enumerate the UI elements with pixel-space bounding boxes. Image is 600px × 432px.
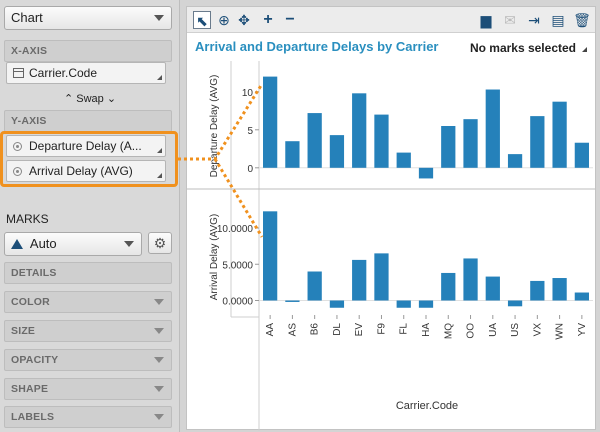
x-tick-label: AS xyxy=(287,323,298,337)
chart-panel: ⬉ ⊕ ✥ + − ▆ ✉ ⇥ ▤ 🗑 Arrival and Departur… xyxy=(186,6,596,431)
x-axis-title: X-AXIS xyxy=(11,45,48,57)
opacity-section[interactable]: OPACITY xyxy=(4,349,172,371)
bar-HA xyxy=(418,167,434,179)
y-axis-label: Departure Delay (AVG) xyxy=(209,75,220,178)
bar-HA xyxy=(418,300,434,308)
bar-VX xyxy=(530,116,545,168)
chart-type-value: Chart xyxy=(11,10,43,25)
bar-FL xyxy=(396,300,411,308)
x-tick-label: AA xyxy=(265,323,276,337)
x-tick-label: MQ xyxy=(443,323,454,339)
y-axis-label: Arrival Delay (AVG) xyxy=(209,214,220,301)
y-tick-label: 0 xyxy=(247,164,253,175)
x-axis-label: Carrier.Code xyxy=(396,400,458,412)
area-chart-icon xyxy=(11,239,23,249)
y-axis-title: Y-AXIS xyxy=(11,115,47,127)
bar-F9 xyxy=(374,114,389,168)
bar-YV xyxy=(574,142,589,168)
chevron-down-icon xyxy=(154,414,164,420)
y-fields-highlight xyxy=(0,131,178,187)
size-section[interactable]: SIZE xyxy=(4,320,172,342)
x-tick-label: DL xyxy=(332,323,343,336)
pill-menu-icon[interactable] xyxy=(157,75,162,80)
left-panel: Chart X-AXIS Carrier.Code ⌃ Swap ⌄ Y-AXI… xyxy=(0,0,180,432)
x-axis-field-label: Carrier.Code xyxy=(29,66,98,80)
x-tick-label: B6 xyxy=(310,323,321,336)
bar-F9 xyxy=(374,253,389,301)
bar-OO xyxy=(463,258,478,301)
bar-US xyxy=(507,300,523,307)
y-tick-label: 5.0000 xyxy=(222,260,253,271)
bar-EV xyxy=(352,93,367,168)
section-label: DETAILS xyxy=(11,267,57,279)
bar-DL xyxy=(329,300,345,308)
details-section[interactable]: DETAILS xyxy=(4,262,172,284)
x-tick-label: HA xyxy=(421,323,432,337)
x-axis-section[interactable]: X-AXIS xyxy=(4,40,172,62)
x-tick-label: YV xyxy=(577,323,588,337)
arrival-delay-plot: 0.0000 5.0000 10.0000Arrival Delay (AVG) xyxy=(209,211,593,308)
chevron-down-icon xyxy=(154,386,164,392)
bar-DL xyxy=(329,135,345,168)
x-tick-label: UA xyxy=(488,323,499,337)
section-label: LABELS xyxy=(11,411,55,423)
bar-UA xyxy=(485,276,500,301)
bar-WN xyxy=(552,278,567,301)
marks-title: MARKS xyxy=(6,212,49,226)
bar-AS xyxy=(285,141,300,168)
bar-VX xyxy=(530,280,545,301)
bar-YV xyxy=(574,292,589,301)
x-tick-label: OO xyxy=(466,323,477,339)
bar-MQ xyxy=(441,272,456,301)
chevron-down-icon xyxy=(124,241,134,247)
shape-section[interactable]: SHAPE xyxy=(4,378,172,400)
section-label: COLOR xyxy=(11,296,50,308)
marks-type-value: Auto xyxy=(29,236,57,251)
bar-MQ xyxy=(441,126,456,168)
labels-section[interactable]: LABELS xyxy=(4,406,172,428)
section-label: SHAPE xyxy=(11,383,49,395)
bar-B6 xyxy=(307,271,322,301)
y-axis-section[interactable]: Y-AXIS xyxy=(4,110,172,132)
bar-AA xyxy=(263,211,278,301)
x-tick-label: VX xyxy=(532,323,543,337)
bar-chart: 0 5 10 Departure Delay (AVG) 0.0000 5.0000 10… xyxy=(187,61,595,431)
x-tick-label: US xyxy=(510,323,521,337)
chevron-down-icon xyxy=(154,15,164,21)
chevron-up-icon: ⌃ xyxy=(63,93,74,105)
chevron-down-icon xyxy=(154,299,164,305)
marks-type-select[interactable]: Auto xyxy=(4,232,142,256)
x-axis-tick-labels: AA AS B6 DL EV F9 FL HA MQ OO UA US VX WN YV xyxy=(265,315,588,340)
y-tick-label: 10.0000 xyxy=(217,224,254,235)
bar-UA xyxy=(485,89,500,168)
x-tick-label: EV xyxy=(354,323,365,337)
y-tick-label: 0.0000 xyxy=(222,297,253,308)
color-section[interactable]: COLOR xyxy=(4,291,172,313)
chevron-down-icon xyxy=(154,328,164,334)
y-tick-label: 5 xyxy=(247,126,253,137)
bar-AS xyxy=(285,300,300,302)
swap-button[interactable]: ⌃ Swap ⌄ xyxy=(0,92,180,105)
bar-FL xyxy=(396,152,411,168)
x-tick-label: F9 xyxy=(376,323,387,335)
x-tick-label: WN xyxy=(555,323,566,340)
x-axis-field-pill[interactable]: Carrier.Code xyxy=(6,62,166,84)
bar-US xyxy=(507,154,523,168)
bar-OO xyxy=(463,119,478,168)
x-tick-label: FL xyxy=(399,323,410,335)
swap-label: Swap xyxy=(76,93,104,105)
bar-B6 xyxy=(307,113,322,168)
section-label: OPACITY xyxy=(11,354,59,366)
bar-EV xyxy=(352,259,367,301)
y-tick-label: 10 xyxy=(242,88,254,99)
table-icon xyxy=(13,68,24,78)
chart-type-select[interactable]: Chart xyxy=(4,6,172,30)
section-label: SIZE xyxy=(11,325,36,337)
bar-WN xyxy=(552,101,567,168)
departure-delay-plot: 0 5 10 Departure Delay (AVG) xyxy=(209,75,593,179)
chevron-down-icon: ⌄ xyxy=(106,93,117,105)
bar-AA xyxy=(263,76,278,168)
chevron-down-icon xyxy=(154,357,164,363)
gear-icon[interactable]: ⚙ xyxy=(148,232,172,254)
